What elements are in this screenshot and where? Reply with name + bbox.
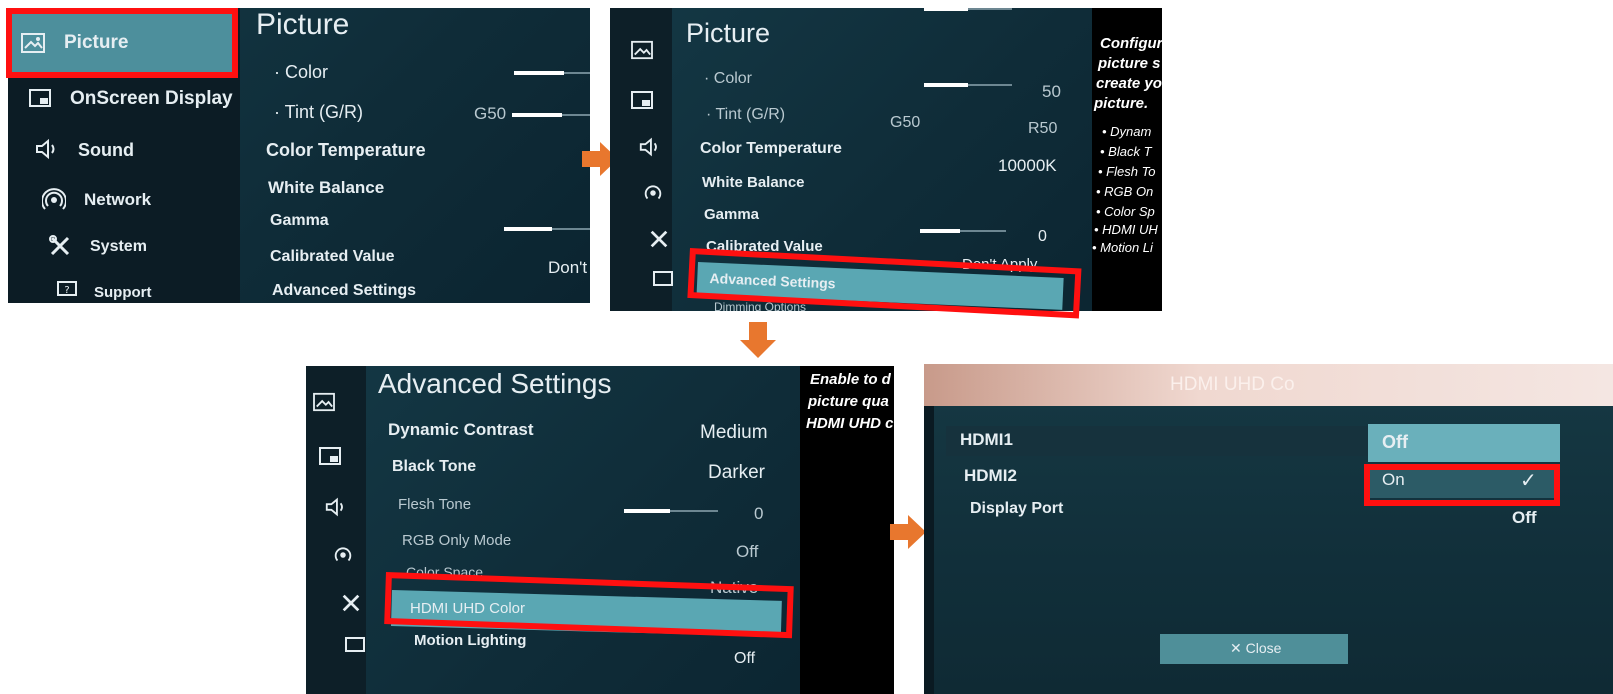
support-icon xyxy=(652,270,674,290)
color-slider[interactable] xyxy=(924,83,1012,87)
color-value: 50 xyxy=(1042,82,1061,101)
page-title: Picture xyxy=(256,8,350,41)
gamma-slider[interactable] xyxy=(504,227,590,231)
color-label[interactable]: · Color xyxy=(704,70,752,88)
left-border xyxy=(924,406,934,694)
tint-label[interactable]: · Tint (G/R) xyxy=(706,106,785,124)
description-line: create yo xyxy=(1096,75,1162,92)
network-icon xyxy=(332,544,354,566)
description-line: Enable to d xyxy=(810,371,891,388)
panel-hdmi-uhd-color: HDMI UHD Co HDMI1 HDMI2 Display Port Off… xyxy=(924,364,1613,694)
onscreen-display-icon xyxy=(28,88,52,108)
dynamic-contrast-label[interactable]: Dynamic Contrast xyxy=(388,420,533,440)
sound-icon xyxy=(638,136,662,158)
hdmi2-label[interactable]: HDMI2 xyxy=(964,466,1017,486)
motion-lighting-label[interactable]: Motion Lighting xyxy=(414,632,526,649)
arrow-down-icon xyxy=(740,322,776,358)
dialog-title: HDMI UHD Co xyxy=(1170,374,1295,395)
display-port-label[interactable]: Display Port xyxy=(970,500,1063,518)
rgb-only-mode-label[interactable]: RGB Only Mode xyxy=(402,532,511,549)
flesh-tone-label[interactable]: Flesh Tone xyxy=(398,496,471,513)
dialog-header: HDMI UHD Co xyxy=(924,364,1613,406)
bullet-item: • Black T xyxy=(1100,144,1152,159)
flesh-tone-slider[interactable] xyxy=(624,509,718,513)
support-icon: ? xyxy=(56,280,78,300)
system-icon xyxy=(648,228,670,250)
sound-icon xyxy=(34,138,60,160)
white-balance-label[interactable]: White Balance xyxy=(702,174,805,191)
black-tone-label[interactable]: Black Tone xyxy=(392,458,476,476)
description-line: HDMI UHD c xyxy=(806,415,894,432)
gamma-label[interactable]: Gamma xyxy=(704,206,759,223)
gamma-value: 0 xyxy=(1038,228,1047,245)
tint-right-value: R50 xyxy=(1028,120,1058,137)
color-slider[interactable] xyxy=(514,71,590,75)
sidebar-item-onscreen-display[interactable]: OnScreen Display xyxy=(70,88,233,110)
sidebar-item-sound[interactable]: Sound xyxy=(78,140,134,161)
page-title: Picture xyxy=(686,18,771,48)
color-label[interactable]: · Color xyxy=(274,62,328,83)
dynamic-contrast-value: Medium xyxy=(700,422,768,443)
network-icon xyxy=(642,182,664,204)
gamma-slider[interactable] xyxy=(920,229,1006,233)
description-panel: Configur picture s create yo picture. • … xyxy=(1092,8,1162,311)
description-line: Configur xyxy=(1100,35,1162,52)
tint-slider[interactable] xyxy=(512,113,590,117)
bullet-item: • Flesh To xyxy=(1098,164,1156,179)
tint-slider[interactable] xyxy=(924,8,1012,11)
picture-highlight-box xyxy=(6,8,238,78)
sidebar-item-system[interactable]: System xyxy=(90,238,147,256)
onscreen-display-icon xyxy=(318,446,342,466)
calibrated-value: Don't xyxy=(548,258,588,277)
bullet-item: • Motion Li xyxy=(1092,240,1153,255)
display-port-value: Off xyxy=(1512,508,1537,527)
description-line: picture s xyxy=(1098,55,1161,72)
icon-sidebar xyxy=(610,8,674,311)
flesh-tone-value: 0 xyxy=(754,504,764,523)
description-line: picture qua xyxy=(808,393,889,410)
option-off-label[interactable]: Off xyxy=(1382,432,1408,453)
hdmi1-label[interactable]: HDMI1 xyxy=(960,430,1013,450)
close-button[interactable]: ✕ Close xyxy=(1160,634,1348,664)
rgb-only-mode-value: Off xyxy=(736,542,759,561)
color-temperature-label[interactable]: Color Temperature xyxy=(700,140,842,158)
bullet-item: • Dynam xyxy=(1102,124,1152,139)
tint-label[interactable]: · Tint (G/R) xyxy=(274,102,363,123)
bullet-item: • Color Sp xyxy=(1096,204,1155,219)
panel-advanced-settings: Advanced Settings Dynamic Contrast Mediu… xyxy=(306,366,894,694)
motion-lighting-value: Off xyxy=(734,650,756,667)
onscreen-display-icon xyxy=(630,90,654,110)
tint-left-value: G50 xyxy=(890,114,921,131)
color-temperature-value: 10000K xyxy=(998,156,1057,175)
picture-icon xyxy=(630,40,654,60)
sound-icon xyxy=(324,496,348,518)
on-option-highlight-box xyxy=(1364,464,1560,506)
calibrated-value-label[interactable]: Calibrated Value xyxy=(270,248,395,266)
advanced-settings-label[interactable]: Advanced Settings xyxy=(272,282,416,300)
bullet-item: • RGB On xyxy=(1096,184,1154,199)
color-temperature-label[interactable]: Color Temperature xyxy=(266,140,426,161)
bullet-item: • HDMI UH xyxy=(1094,222,1158,237)
system-icon xyxy=(48,234,72,258)
sidebar-item-network[interactable]: Network xyxy=(84,190,151,210)
network-icon xyxy=(41,188,67,212)
support-icon xyxy=(344,636,366,656)
picture-icon xyxy=(312,392,336,412)
white-balance-label[interactable]: White Balance xyxy=(268,178,384,198)
tint-left-value: G50 xyxy=(474,104,507,123)
description-panel: Enable to d picture qua HDMI UHD c xyxy=(800,366,894,694)
system-icon xyxy=(340,592,362,614)
close-button-label[interactable]: ✕ Close xyxy=(1230,640,1281,657)
arrow-right-icon xyxy=(890,515,926,549)
sidebar-item-support[interactable]: Support xyxy=(94,284,152,301)
black-tone-value: Darker xyxy=(708,462,766,483)
gamma-label[interactable]: Gamma xyxy=(270,212,329,230)
description-line: picture. xyxy=(1094,95,1149,112)
page-title: Advanced Settings xyxy=(378,368,612,399)
svg-text:?: ? xyxy=(64,285,69,296)
icon-sidebar xyxy=(306,366,366,694)
